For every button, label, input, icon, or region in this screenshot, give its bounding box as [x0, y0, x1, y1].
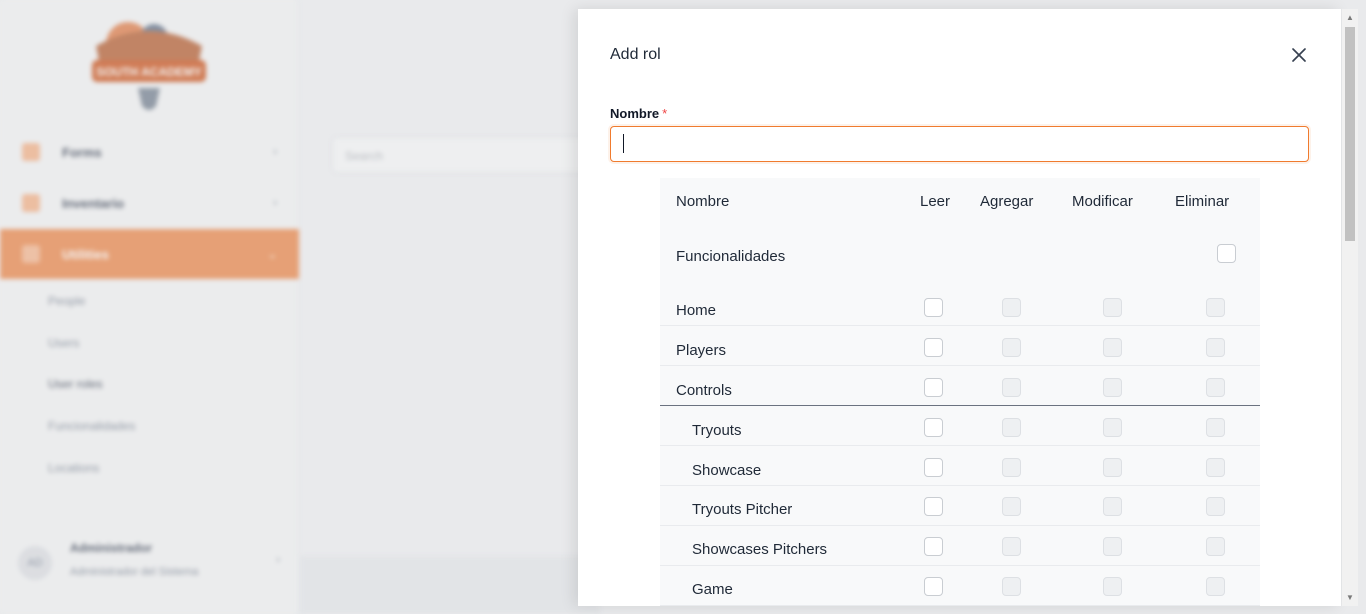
read-checkbox[interactable]	[924, 378, 943, 397]
delete-checkbox	[1206, 577, 1225, 596]
scroll-thumb[interactable]	[1345, 27, 1355, 241]
delete-checkbox	[1206, 458, 1225, 477]
permissions-table: Nombre Leer Agregar Modificar Eliminar F…	[660, 178, 1260, 606]
select-all-label: Funcionalidades	[676, 248, 786, 265]
table-row: Game	[660, 566, 1260, 606]
add-checkbox	[1002, 537, 1021, 556]
row-name: Players	[676, 342, 727, 359]
scroll-down-icon[interactable]: ▼	[1346, 593, 1354, 602]
row-name: Tryouts Pitcher	[692, 501, 793, 518]
select-all-checkbox[interactable]	[1217, 244, 1236, 263]
read-checkbox[interactable]	[924, 537, 943, 556]
text-cursor	[623, 134, 624, 153]
add-checkbox	[1002, 418, 1021, 437]
modify-checkbox	[1103, 458, 1122, 477]
delete-checkbox	[1206, 497, 1225, 516]
row-name: Home	[676, 302, 717, 319]
row-name: Controls	[676, 382, 732, 399]
role-name-input[interactable]	[610, 126, 1309, 162]
modify-checkbox	[1103, 537, 1122, 556]
add-checkbox	[1002, 458, 1021, 477]
table-row: Showcases Pitchers	[660, 526, 1260, 566]
read-checkbox[interactable]	[924, 418, 943, 437]
read-checkbox[interactable]	[924, 298, 943, 317]
table-row: Home	[660, 286, 1260, 326]
read-checkbox[interactable]	[924, 338, 943, 357]
column-header-eliminar: Eliminar	[1175, 193, 1230, 210]
row-name: Tryouts	[692, 422, 742, 439]
delete-checkbox	[1206, 378, 1225, 397]
select-all-row: Funcionalidades	[660, 229, 1260, 269]
add-checkbox	[1002, 338, 1021, 357]
delete-checkbox	[1206, 338, 1225, 357]
read-checkbox[interactable]	[924, 458, 943, 477]
modify-checkbox	[1103, 418, 1122, 437]
modify-checkbox	[1103, 577, 1122, 596]
delete-checkbox	[1206, 537, 1225, 556]
modify-checkbox	[1103, 497, 1122, 516]
row-name: Showcases Pitchers	[692, 541, 828, 558]
column-header-agregar: Agregar	[980, 193, 1034, 210]
read-checkbox[interactable]	[924, 497, 943, 516]
table-row-group: Controls	[660, 366, 1260, 406]
close-icon[interactable]	[1287, 43, 1311, 67]
column-header-nombre: Nombre	[676, 193, 730, 210]
add-checkbox	[1002, 577, 1021, 596]
modify-checkbox	[1103, 378, 1122, 397]
name-field-label: Nombre *	[610, 106, 667, 121]
add-role-drawer: Add rol Nombre * Nombre Leer Agregar Modi…	[578, 9, 1341, 606]
read-checkbox[interactable]	[924, 577, 943, 596]
delete-checkbox	[1206, 298, 1225, 317]
add-checkbox	[1002, 497, 1021, 516]
modify-checkbox	[1103, 338, 1122, 357]
table-row: Players	[660, 326, 1260, 366]
table-row: Showcase	[660, 446, 1260, 486]
drawer-title: Add rol	[610, 46, 661, 63]
table-row: Tryouts Pitcher	[660, 486, 1260, 526]
add-checkbox	[1002, 298, 1021, 317]
name-label-text: Nombre	[610, 106, 660, 121]
required-mark: *	[662, 106, 668, 121]
add-checkbox	[1002, 378, 1021, 397]
scroll-up-icon[interactable]: ▲	[1346, 13, 1354, 22]
row-name: Showcase	[692, 462, 762, 479]
delete-checkbox	[1206, 418, 1225, 437]
column-header-modificar: Modificar	[1072, 193, 1133, 210]
table-row: Tryouts	[660, 406, 1260, 446]
column-header-leer: Leer	[920, 193, 951, 210]
drawer-scrollbar[interactable]: ▲ ▼	[1342, 9, 1358, 606]
modify-checkbox	[1103, 298, 1122, 317]
row-name: Game	[692, 581, 733, 598]
